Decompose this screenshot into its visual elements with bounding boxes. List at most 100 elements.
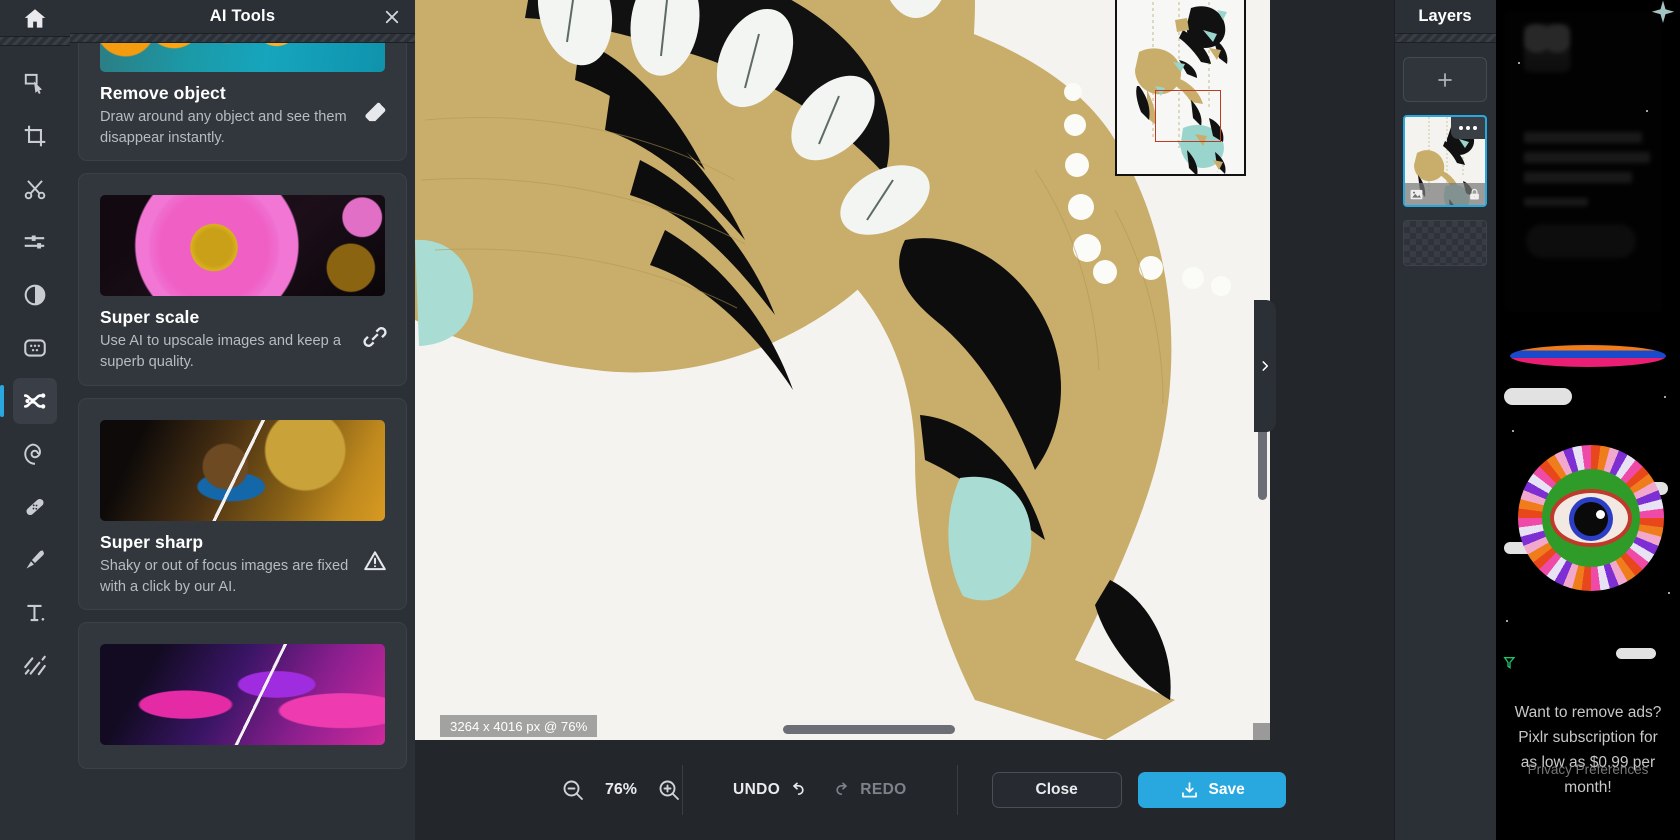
- undo-label: UNDO: [733, 781, 780, 799]
- canvas-resize-corner[interactable]: [1253, 723, 1270, 740]
- diagonal-lines-icon: [22, 653, 48, 679]
- ai-tool-card-remove-object[interactable]: Remove object Draw around any object and…: [78, 43, 407, 161]
- ellipsis-icon: [1466, 126, 1470, 130]
- zoom-out-button[interactable]: [560, 777, 586, 803]
- sidebar-item-draw[interactable]: [13, 537, 57, 583]
- sidebar-item-pattern[interactable]: [13, 643, 57, 689]
- sidebar-item-heal[interactable]: [13, 484, 57, 530]
- sidebar-item-effects[interactable]: [13, 272, 57, 318]
- ai-tools-header: AI Tools: [70, 0, 415, 33]
- image-canvas[interactable]: . 3264 x 4016 px @ 76%: [415, 0, 1270, 740]
- layer-item-transparent[interactable]: [1403, 220, 1487, 266]
- ai-tool-card-super-scale[interactable]: Super scale Use AI to upscale images and…: [78, 173, 407, 385]
- zoom-out-icon: [561, 778, 585, 802]
- home-icon: [22, 6, 48, 32]
- ad-sparkle-icon: [1648, 0, 1678, 28]
- lock-icon[interactable]: [1466, 186, 1482, 202]
- bottom-toolbar: 76% UNDO REDO Close: [415, 740, 1394, 840]
- layer-item-carousel-image[interactable]: [1403, 115, 1487, 207]
- layers-drag-handle[interactable]: [1394, 33, 1496, 43]
- contrast-circle-icon: [22, 282, 48, 308]
- neon-image: [100, 644, 385, 745]
- canvas-area[interactable]: . 3264 x 4016 px @ 76%: [415, 0, 1394, 840]
- close-panel-button[interactable]: [381, 6, 403, 28]
- ad-promo-text: Want to remove ads? Pixlr subscription f…: [1496, 700, 1680, 800]
- zoom-in-button[interactable]: [656, 777, 682, 803]
- chevron-right-icon: [1258, 359, 1272, 373]
- image-icon[interactable]: [1408, 186, 1424, 202]
- collapse-panel-button[interactable]: [1254, 300, 1276, 432]
- sidebar-item-adjust[interactable]: [13, 219, 57, 265]
- ad-choices-glyph: [1502, 655, 1518, 671]
- ad-top-banner[interactable]: [1496, 0, 1680, 330]
- eraser-glyph: [362, 99, 388, 125]
- save-button[interactable]: Save: [1138, 772, 1286, 808]
- tool-thumbnail: [100, 420, 385, 521]
- redo-label: REDO: [860, 781, 906, 799]
- privacy-preferences-link[interactable]: Privacy Preferences: [1496, 762, 1680, 777]
- sidebar-item-liquify[interactable]: [13, 431, 57, 477]
- plus-icon: [1434, 69, 1456, 91]
- scissors-icon: [22, 176, 48, 202]
- ai-tool-card-next[interactable]: [78, 622, 407, 769]
- horizontal-scrollbar[interactable]: [783, 725, 955, 734]
- redo-button[interactable]: REDO: [833, 780, 906, 800]
- page-title: AI Tools: [210, 7, 275, 26]
- advertisement-panel: Want to remove ads? Pixlr subscription f…: [1496, 0, 1680, 840]
- left-tool-rail: [0, 0, 70, 840]
- crop-icon: [22, 123, 48, 149]
- rail-drag-handle[interactable]: [0, 36, 70, 46]
- navigator-thumbnail: .: [1117, 0, 1246, 176]
- download-icon: [1179, 780, 1200, 801]
- sidebar-item-retouch[interactable]: [13, 325, 57, 371]
- link-chain-icon: [361, 323, 389, 351]
- link-glyph: [361, 323, 389, 351]
- tool-thumbnail: [100, 644, 385, 745]
- sidebar-item-text[interactable]: [13, 590, 57, 636]
- close-icon: [383, 8, 401, 26]
- sliders-icon: [22, 229, 48, 255]
- cloud-icon: [1616, 648, 1656, 659]
- add-layer-button[interactable]: [1403, 57, 1487, 102]
- oranges-image: [100, 43, 385, 72]
- tool-thumbnail: [100, 43, 385, 72]
- cloud-icon: [1504, 388, 1572, 405]
- ad-artwork[interactable]: [1496, 330, 1680, 680]
- image-glyph: [1409, 187, 1424, 202]
- eraser-icon: [361, 98, 389, 126]
- history-controls: UNDO REDO: [733, 780, 907, 800]
- undo-arrow-icon: [787, 780, 807, 800]
- layers-title: Layers: [1418, 7, 1471, 26]
- undo-button[interactable]: UNDO: [733, 780, 807, 800]
- toolbar-divider: [682, 765, 683, 815]
- ad-card[interactable]: [1504, 12, 1662, 312]
- panel-drag-handle[interactable]: [70, 33, 415, 43]
- navigator-preview[interactable]: .: [1115, 0, 1246, 176]
- tool-description: Shaky or out of focus images are fixed w…: [100, 556, 378, 597]
- ad-cta-button[interactable]: [1526, 224, 1636, 258]
- eye-pupil-graphic: [1574, 502, 1608, 536]
- sidebar-item-crop[interactable]: [13, 113, 57, 159]
- bandage-icon: [22, 494, 48, 520]
- spiral-icon: [22, 441, 48, 467]
- layer-options-button[interactable]: [1451, 117, 1485, 139]
- face-image: [100, 420, 385, 521]
- save-label: Save: [1209, 781, 1245, 799]
- sidebar-item-arrange[interactable]: [13, 60, 57, 106]
- close-button[interactable]: Close: [992, 772, 1122, 808]
- zoom-level-value: 76%: [602, 781, 640, 799]
- pixlr-editor-window: AI Tools Remove object Draw around any o…: [0, 0, 1680, 840]
- rainbow-ring-graphic: [1510, 345, 1666, 367]
- ai-tool-card-super-sharp[interactable]: Super sharp Shaky or out of focus images…: [78, 398, 407, 610]
- ad-choices-icon[interactable]: [1502, 655, 1518, 671]
- sidebar-item-ai-tools[interactable]: [13, 378, 57, 424]
- flower-image: [100, 195, 385, 296]
- zoom-in-icon: [657, 778, 681, 802]
- ai-tools-scroll-area[interactable]: Remove object Draw around any object and…: [70, 43, 415, 840]
- home-button[interactable]: [0, 0, 70, 36]
- ai-nodes-icon: [22, 388, 48, 414]
- sidebar-item-cutout[interactable]: [13, 166, 57, 212]
- navigator-viewport-rect[interactable]: [1155, 90, 1221, 142]
- tool-description: Use AI to upscale images and keep a supe…: [100, 331, 378, 372]
- text-T-icon: [22, 600, 48, 626]
